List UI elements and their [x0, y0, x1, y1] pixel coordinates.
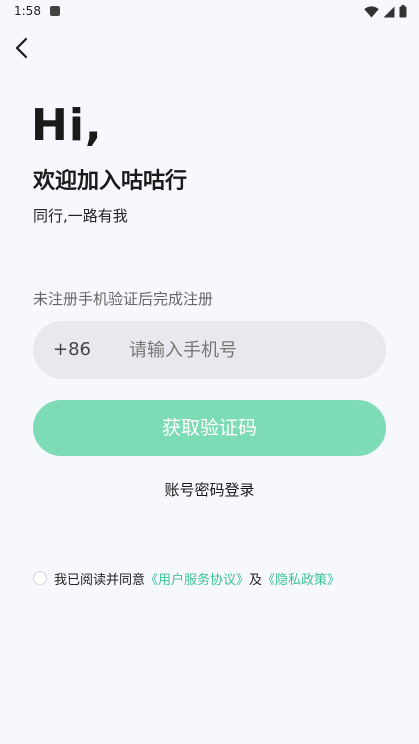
- back-button[interactable]: [6, 34, 38, 66]
- greeting-title: Hi,: [31, 100, 103, 151]
- status-icons: [364, 3, 407, 22]
- country-code-selector[interactable]: +86: [53, 321, 91, 379]
- agreement-and: 及: [249, 572, 263, 588]
- agreement-row: 我已阅读并同意 《用户服务协议》 及 《隐私政策》: [33, 567, 340, 589]
- agreement-checkbox[interactable]: [33, 571, 47, 585]
- user-agreement-link[interactable]: 《用户服务协议》: [145, 569, 249, 588]
- privacy-policy-link[interactable]: 《隐私政策》: [262, 569, 340, 588]
- notification-icon: [50, 6, 60, 16]
- register-hint: 未注册手机验证后完成注册: [33, 290, 214, 308]
- signal-icon: [383, 3, 395, 22]
- battery-icon: [399, 3, 407, 22]
- slogan-text: 同行,一路有我: [33, 207, 128, 225]
- chevron-left-icon: [14, 36, 30, 64]
- status-bar: 1:58: [0, 0, 419, 24]
- agreement-prefix: 我已阅读并同意: [54, 572, 146, 588]
- status-time: 1:58: [14, 4, 41, 18]
- phone-input[interactable]: [129, 321, 369, 379]
- password-login-link[interactable]: 账号密码登录: [0, 479, 419, 501]
- get-code-button[interactable]: 获取验证码: [33, 400, 386, 456]
- welcome-title: 欢迎加入咕咕行: [33, 169, 188, 194]
- phone-field: +86: [33, 321, 386, 379]
- wifi-icon: [364, 3, 379, 22]
